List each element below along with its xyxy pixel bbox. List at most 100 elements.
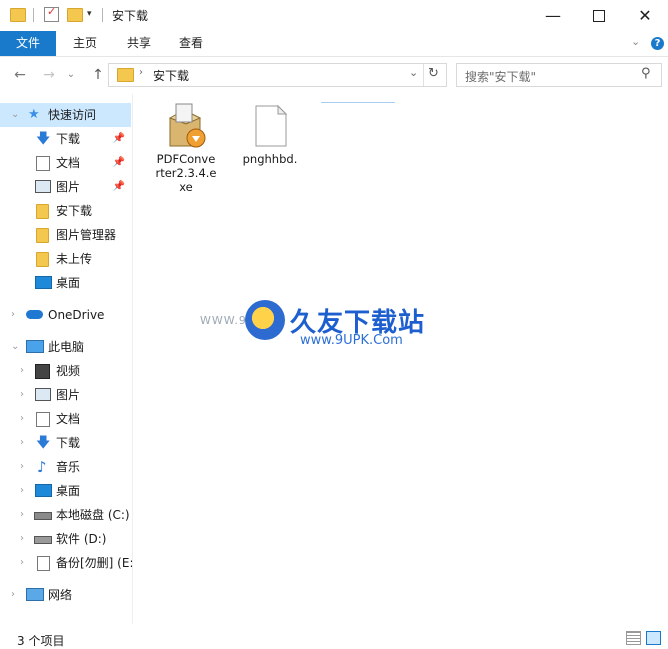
item-count: 3 个项目 [17,634,65,648]
system-drive-icon [34,512,52,520]
sidebar-item-quick-access[interactable]: ⌄ ★ 快速访问 [0,103,131,127]
up-arrow-icon[interactable]: ↑ [88,64,108,86]
sidebar-item-label: 视频 [56,364,81,378]
network-icon [26,588,44,601]
file-name-label: pnghhbd. [242,152,298,166]
chevron-down-icon[interactable]: ⌄ [11,335,19,359]
new-folder-icon[interactable] [67,8,83,22]
window-title: 安下载 [112,9,149,23]
sidebar-item-label: 此电脑 [48,340,85,354]
tab-home[interactable]: 主页 [63,31,107,56]
properties-icon[interactable]: ✓ [44,5,59,22]
sidebar-item-label: 备份[勿删] (E: [56,556,134,570]
file-name-label: PDFConve rter2.3.4.e xe [150,152,222,194]
address-dropdown-icon[interactable]: ⌄ [409,66,418,79]
file-item-pnghhbd[interactable]: pnghhbd. [234,100,306,180]
folder-icon [36,204,49,219]
tab-share[interactable]: 共享 [117,31,161,56]
minimize-button[interactable]: — [530,0,576,31]
chevron-right-icon[interactable]: › [20,407,24,431]
back-arrow-icon[interactable]: ← [10,64,30,86]
pane-divider[interactable] [132,94,133,624]
search-input[interactable]: 搜索"安下载" [465,68,536,85]
pictures-icon [35,180,51,193]
chevron-right-icon[interactable]: › [20,503,24,527]
file-drive-icon [37,556,50,571]
tab-view[interactable]: 查看 [169,31,213,56]
sidebar-item-music[interactable]: › ♪ 音乐 [0,455,131,479]
chevron-right-icon[interactable]: › [20,455,24,479]
expand-ribbon-icon[interactable]: ⌄ [631,35,640,48]
pin-icon: 📌 [112,181,125,192]
sidebar-item-label: 音乐 [56,460,81,474]
file-item-pdfconverter[interactable]: PDFConve rter2.3.4.e xe [150,100,222,204]
forward-arrow-icon[interactable]: → [39,64,59,86]
sidebar-item-label: 桌面 [56,276,81,290]
chevron-down-icon[interactable]: ⌄ [11,103,19,127]
blank-file-icon [255,104,288,147]
cloud-icon [26,310,43,319]
details-view-icon[interactable] [626,631,641,645]
folder-icon [117,68,134,82]
search-icon[interactable]: ⚲ [641,66,651,81]
sidebar-item-desktop[interactable]: 桌面 [0,271,131,295]
drive-icon [34,536,52,544]
folder-icon [36,252,49,267]
sidebar-item-label: OneDrive [48,308,105,322]
sidebar-item-pictures[interactable]: 图片 📌 [0,175,131,199]
chevron-right-icon[interactable]: › [20,431,24,455]
star-icon: ★ [28,107,40,122]
sidebar-item-label: 图片 [56,388,81,402]
file-name-line: rter2.3.4.e [155,166,217,180]
title-bar: ✓ ▾ 安下载 — ✕ [0,0,668,31]
large-icons-view-icon[interactable] [646,631,661,645]
breadcrumb-chevron-icon[interactable]: › [139,67,143,78]
sidebar-item-this-pc[interactable]: ⌄ 此电脑 [0,335,131,359]
sidebar-item-drive-d[interactable]: › 软件 (D:) [0,527,131,551]
sidebar-item-drive-e[interactable]: › 备份[勿删] (E: [0,551,134,575]
recent-locations-icon[interactable]: ⌄ [64,64,78,86]
file-name-line: PDFConve [156,152,216,166]
sidebar-item-pc-downloads[interactable]: › 🡇 下载 [0,431,131,455]
chevron-right-icon[interactable]: › [11,303,15,327]
sidebar-item-network[interactable]: › 网络 [0,583,131,607]
watermark-site: www.9UPK.Com [300,333,403,348]
close-button[interactable]: ✕ [622,0,668,31]
customize-toolbar-icon[interactable]: ▾ [87,9,92,19]
chevron-right-icon[interactable]: › [20,383,24,407]
address-bar[interactable]: › 安下载 ⌄ ↻ [108,63,447,87]
refresh-icon[interactable]: ↻ [428,66,439,81]
sidebar-item-onedrive[interactable]: › OneDrive [0,303,131,327]
sidebar-item-image-manager[interactable]: 图片管理器 [0,223,131,247]
sidebar-item-not-uploaded[interactable]: 未上传 [0,247,131,271]
sidebar-item-pc-documents[interactable]: › 文档 [0,407,131,431]
sidebar-item-label: 桌面 [56,484,81,498]
sidebar-item-label: 网络 [48,588,73,602]
sidebar-item-label: 文档 [56,412,81,426]
sidebar-item-label: 下载 [56,132,81,146]
chevron-right-icon[interactable]: › [20,359,24,383]
breadcrumb[interactable]: 安下载 [153,67,189,84]
maximize-button[interactable] [576,0,622,31]
tab-file[interactable]: 文件 [0,31,56,56]
sidebar-item-drive-c[interactable]: › 本地磁盘 (C:) [0,503,131,527]
sidebar-item-pc-pictures[interactable]: › 图片 [0,383,131,407]
desktop-icon [35,276,52,289]
chevron-right-icon[interactable]: › [11,583,15,607]
sidebar-item-label: 文档 [56,156,81,170]
download-arrow-icon: 🡇 [36,131,51,147]
help-icon[interactable]: ? [651,37,664,50]
search-box[interactable]: 搜索"安下载" ⚲ [456,63,662,87]
chevron-right-icon[interactable]: › [20,551,24,575]
sidebar-item-download[interactable]: 🡇 下载 📌 [0,127,131,151]
sidebar-item-videos[interactable]: › 视频 [0,359,131,383]
sidebar-item-documents[interactable]: 文档 📌 [0,151,131,175]
sidebar-item-label: 图片 [56,180,81,194]
ribbon-tabs: 文件 主页 共享 查看 ⌄ ? [0,31,668,57]
file-name-line: xe [179,180,193,194]
music-note-icon: ♪ [37,458,47,476]
sidebar-item-pc-desktop[interactable]: › 桌面 [0,479,131,503]
sidebar-item-anxiazai[interactable]: 安下载 [0,199,131,223]
chevron-right-icon[interactable]: › [20,479,24,503]
chevron-right-icon[interactable]: › [20,527,24,551]
